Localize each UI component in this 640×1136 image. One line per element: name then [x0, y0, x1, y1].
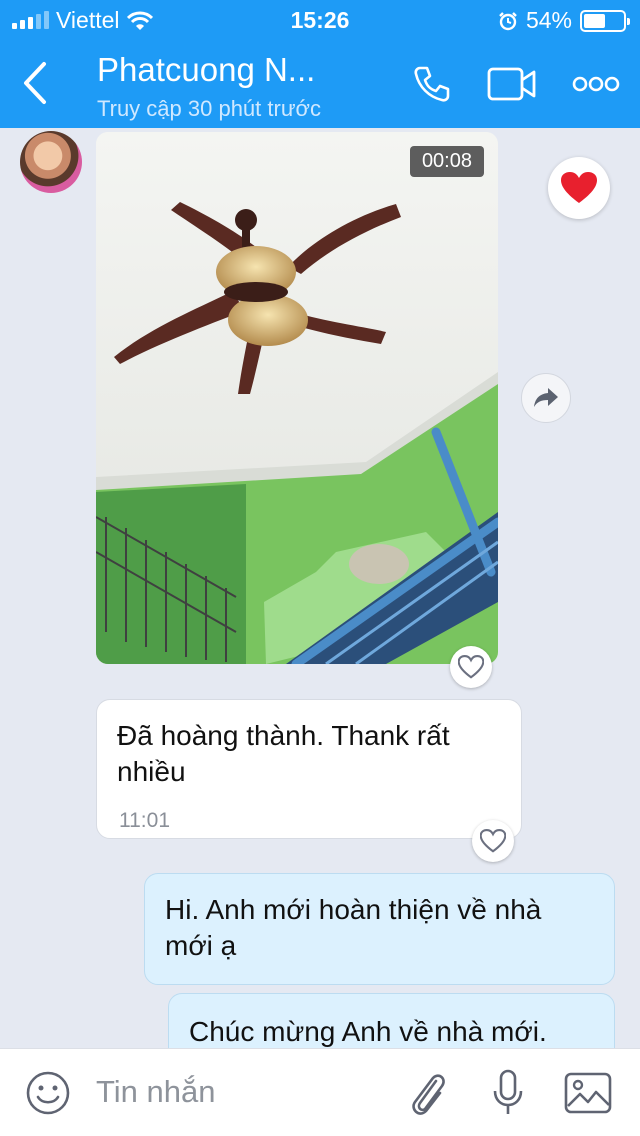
share-arrow-icon	[534, 388, 558, 407]
chat-header: Phatcuong N... Truy cập 30 phút trước	[0, 40, 640, 128]
message-composer	[0, 1048, 640, 1136]
outgoing-message[interactable]: Chúc mừng Anh về nhà mới.	[168, 993, 615, 1048]
heart-filled-icon	[561, 172, 597, 203]
microphone-icon	[493, 1069, 523, 1114]
video-react-button[interactable]	[450, 646, 492, 688]
emoji-button[interactable]	[22, 1067, 74, 1119]
reaction-heart-badge[interactable]	[548, 157, 610, 219]
outgoing-message[interactable]: Hi. Anh mới hoàn thiện về nhà mới ạ	[144, 873, 615, 985]
alarm-icon	[499, 11, 517, 30]
message-text-line: nhiều	[117, 756, 186, 787]
video-call-button[interactable]	[484, 60, 540, 108]
attachment-icon	[412, 1074, 445, 1115]
message-input[interactable]	[96, 1069, 386, 1115]
chat-area[interactable]: 00:08 Đã hoàng thành. Thank rất nhiều 11…	[0, 128, 640, 1048]
video-duration: 00:08	[409, 146, 484, 177]
back-button[interactable]	[16, 58, 56, 108]
emoji-icon	[26, 1071, 70, 1115]
status-bar: Viettel 15:26 54%	[0, 0, 640, 40]
contact-last-seen: Truy cập 30 phút trước	[97, 96, 321, 121]
message-react-button[interactable]	[472, 820, 514, 862]
image-icon	[564, 1072, 612, 1114]
more-button[interactable]	[568, 60, 624, 108]
message-text-line: mới ạ	[165, 930, 237, 961]
heart-outline-icon	[480, 829, 506, 853]
contact-avatar[interactable]	[20, 131, 82, 193]
back-arrow-icon	[24, 62, 46, 104]
incoming-message[interactable]: Đã hoàng thành. Thank rất nhiều 11:01	[96, 699, 522, 839]
video-call-icon	[487, 67, 536, 101]
video-message[interactable]: 00:08	[96, 132, 498, 664]
photo-button[interactable]	[562, 1067, 614, 1119]
call-button[interactable]	[408, 60, 456, 108]
message-text-line: Hi. Anh mới hoàn thiện về nhà	[165, 894, 542, 925]
more-dots-icon	[572, 76, 620, 92]
message-time: 11:01	[119, 809, 170, 832]
attach-button[interactable]	[402, 1067, 454, 1119]
heart-outline-icon	[458, 655, 484, 679]
message-text-line: Đã hoàng thành. Thank rất	[117, 720, 450, 751]
share-button[interactable]	[521, 373, 571, 423]
battery-percent: 54%	[525, 7, 572, 33]
phone-icon	[414, 66, 450, 102]
voice-button[interactable]	[482, 1067, 534, 1119]
battery-icon	[580, 9, 630, 32]
video-thumbnail	[96, 132, 498, 664]
message-text-line: Chúc mừng Anh về nhà mới.	[189, 1016, 547, 1047]
contact-name[interactable]: Phatcuong N...	[97, 51, 315, 89]
